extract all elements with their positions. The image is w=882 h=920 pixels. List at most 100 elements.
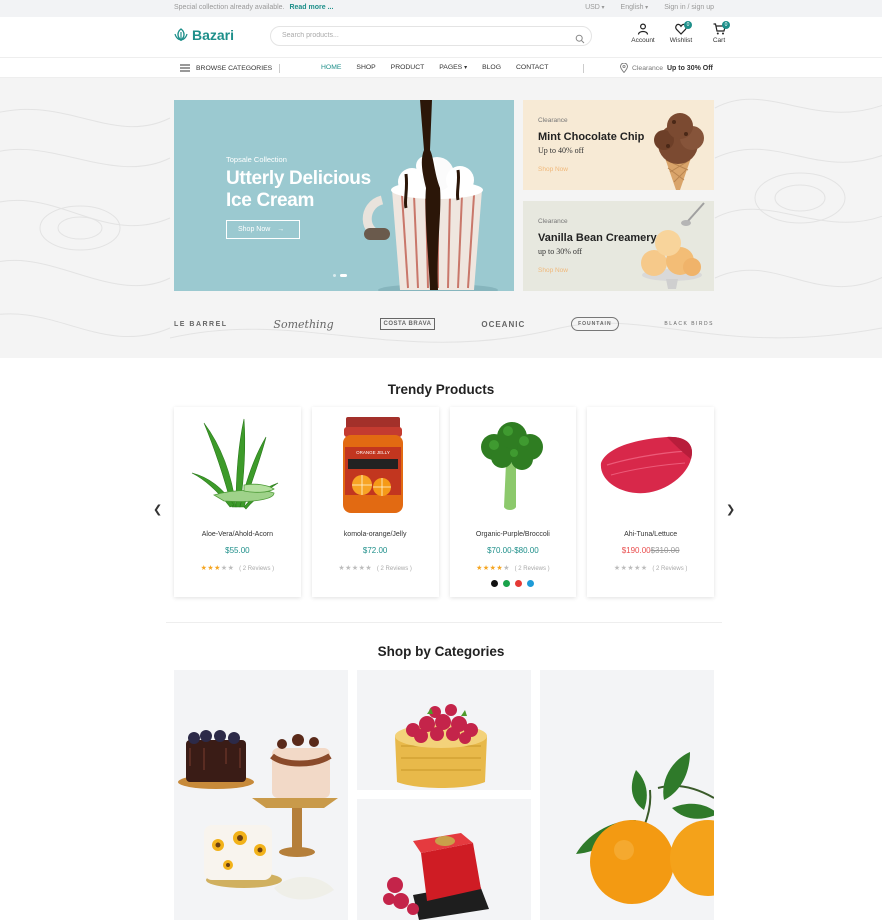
language-select[interactable]: English (621, 4, 649, 11)
product-price: $190.00$310.00 (587, 546, 714, 555)
hero-button-label: Shop Now (238, 226, 271, 233)
promo-tag: Clearance (538, 218, 568, 225)
clearance-label: Clearance (632, 64, 663, 72)
cart-count-badge: 0 (722, 21, 730, 29)
hamburger-icon (180, 64, 190, 72)
color-swatch-green[interactable] (503, 580, 511, 587)
promo-card-vanilla[interactable]: Clearance Vanilla Bean Creamery up to 30… (523, 201, 714, 291)
clearance-link[interactable]: Clearance Up to 30% Off (620, 63, 713, 73)
brand-logo[interactable]: LE BARREL (174, 321, 228, 328)
star-rating-icon: ★★★★★ (200, 565, 235, 572)
nav-shop[interactable]: SHOP (356, 64, 375, 71)
promo-title: Vanilla Bean Creamery (538, 232, 657, 244)
nav-pages[interactable]: PAGES ▾ (439, 64, 467, 71)
cart-button[interactable]: 0 Cart (706, 21, 732, 44)
header-actions: Account 0 Wishlist 0 Cart (630, 21, 732, 44)
brand-logo[interactable]: COSTA BRAVA (379, 318, 436, 330)
hero-slider-dots (333, 274, 347, 277)
promo-shop-now-link[interactable]: Shop Now (538, 166, 568, 173)
top-bar: Special collection already available. Re… (0, 0, 882, 17)
color-swatches (450, 580, 577, 587)
main-nav: BROWSE CATEGORIES HOME SHOP PRODUCT PAGE… (0, 57, 882, 78)
product-price: $72.00 (362, 546, 388, 555)
search-box (270, 26, 592, 46)
brand-logo[interactable]: BLACK BIRDS (664, 321, 714, 327)
color-swatch-blue[interactable] (527, 580, 535, 587)
hero-banner[interactable]: Topsale Collection Utterly Delicious Ice… (174, 100, 514, 291)
header: Bazari Account 0 Wishlist 0 Cart (0, 17, 882, 57)
nav-divider (583, 64, 584, 73)
location-pin-icon (620, 63, 628, 73)
arrow-right-icon: → (277, 226, 285, 233)
original-price: $310.00 (650, 546, 680, 555)
oranges-image (576, 752, 714, 904)
nav-menu: HOME SHOP PRODUCT PAGES ▾ BLOG CONTACT (321, 64, 548, 71)
carousel-prev-button[interactable]: ❮ (153, 503, 162, 516)
cakes-image (178, 730, 338, 900)
review-count: ( 2 Reviews ) (514, 566, 550, 572)
hero-section: Topsale Collection Utterly Delicious Ice… (0, 78, 882, 358)
read-more-link[interactable]: Read more ... (289, 4, 333, 11)
review-count: ( 2 Reviews ) (652, 566, 688, 572)
wishlist-button[interactable]: 0 Wishlist (668, 21, 694, 44)
nav-blog[interactable]: BLOG (482, 64, 501, 71)
browse-categories-button[interactable]: BROWSE CATEGORIES (180, 64, 272, 72)
wishlist-label: Wishlist (669, 37, 693, 44)
broccoli-image (480, 422, 543, 510)
product-name[interactable]: Ahi-Tuna/Lettuce (587, 531, 714, 538)
currency-select[interactable]: USD (585, 4, 604, 11)
jar-label-text: ORANGE JELLY (356, 450, 390, 455)
carousel-next-button[interactable]: ❯ (726, 503, 735, 516)
search-input[interactable] (282, 32, 562, 39)
product-card[interactable]: ORANGE JELLY komola-orange/Jelly $72.00 … (311, 407, 439, 597)
category-tile-fruits[interactable] (540, 670, 714, 920)
product-price: $55.00 (225, 546, 250, 555)
top-bar-controls: USD English Sign in / sign up (585, 4, 714, 11)
category-tile-tarts[interactable] (357, 670, 531, 790)
chevron-right-icon: ❯ (726, 504, 736, 516)
product-rating: ★★★★★ ( 2 Reviews ) (174, 564, 301, 572)
chevron-down-icon: ▾ (464, 65, 468, 71)
account-button[interactable]: Account (630, 23, 656, 44)
star-rating-icon: ★★★★★ (613, 565, 648, 572)
color-swatch-red[interactable] (515, 580, 523, 587)
top-promo-text: Special collection already available. (174, 4, 285, 11)
brand-logo[interactable]: FOUNTAIN (571, 317, 619, 331)
nav-pages-label: PAGES (439, 64, 463, 71)
account-label: Account (631, 37, 655, 44)
product-price: $70.00-$80.00 (487, 546, 539, 555)
brand-logos: LE BARREL Something COSTA BRAVA OCEANIC … (174, 311, 714, 337)
slider-dot-active[interactable] (340, 274, 347, 277)
promo-tag: Clearance (538, 117, 568, 124)
promo-subtitle: Up to 40% off (538, 146, 584, 155)
brand-logo[interactable]: Something (273, 318, 333, 331)
category-tile-cakes[interactable] (174, 670, 348, 920)
product-card[interactable]: Ahi-Tuna/Lettuce $190.00$310.00 ★★★★★ ( … (587, 407, 714, 597)
wishlist-count-badge: 0 (684, 21, 692, 29)
slider-dot[interactable] (333, 274, 336, 277)
ice-cream-bowl-image (641, 202, 705, 289)
trendy-products-carousel: Aloe-Vera/Ahold-Acorn $55.00 ★★★★★ ( 2 R… (174, 407, 714, 597)
leaf-logo-icon (174, 28, 188, 41)
category-tile-desserts[interactable] (357, 799, 531, 920)
product-name[interactable]: komola-orange/Jelly (312, 531, 439, 538)
section-divider (166, 622, 722, 623)
ice-cream-cone-image (654, 113, 704, 190)
promo-shop-now-link[interactable]: Shop Now (538, 267, 568, 274)
nav-product[interactable]: PRODUCT (391, 64, 425, 71)
product-card[interactable]: Aloe-Vera/Ahold-Acorn $55.00 ★★★★★ ( 2 R… (174, 407, 301, 597)
hero-shop-now-button[interactable]: Shop Now → (226, 220, 300, 239)
promo-card-mint[interactable]: Clearance Mint Chocolate Chip Up to 40% … (523, 100, 714, 190)
product-card[interactable]: Organic-Purple/Broccoli $70.00-$80.00 ★★… (449, 407, 577, 597)
logo[interactable]: Bazari (174, 27, 234, 43)
nav-contact[interactable]: CONTACT (516, 64, 548, 71)
product-name[interactable]: Organic-Purple/Broccoli (450, 531, 577, 538)
color-swatch-black[interactable] (491, 580, 499, 587)
brand-logo[interactable]: OCEANIC (481, 320, 525, 329)
nav-home[interactable]: HOME (321, 64, 341, 71)
sign-in-link[interactable]: Sign in / sign up (664, 4, 714, 11)
search-icon[interactable] (575, 31, 585, 49)
orange-jelly-jar-image: ORANGE JELLY (342, 417, 403, 513)
product-name[interactable]: Aloe-Vera/Ahold-Acorn (174, 531, 301, 538)
product-rating: ★★★★★ ( 2 Reviews ) (312, 564, 439, 572)
